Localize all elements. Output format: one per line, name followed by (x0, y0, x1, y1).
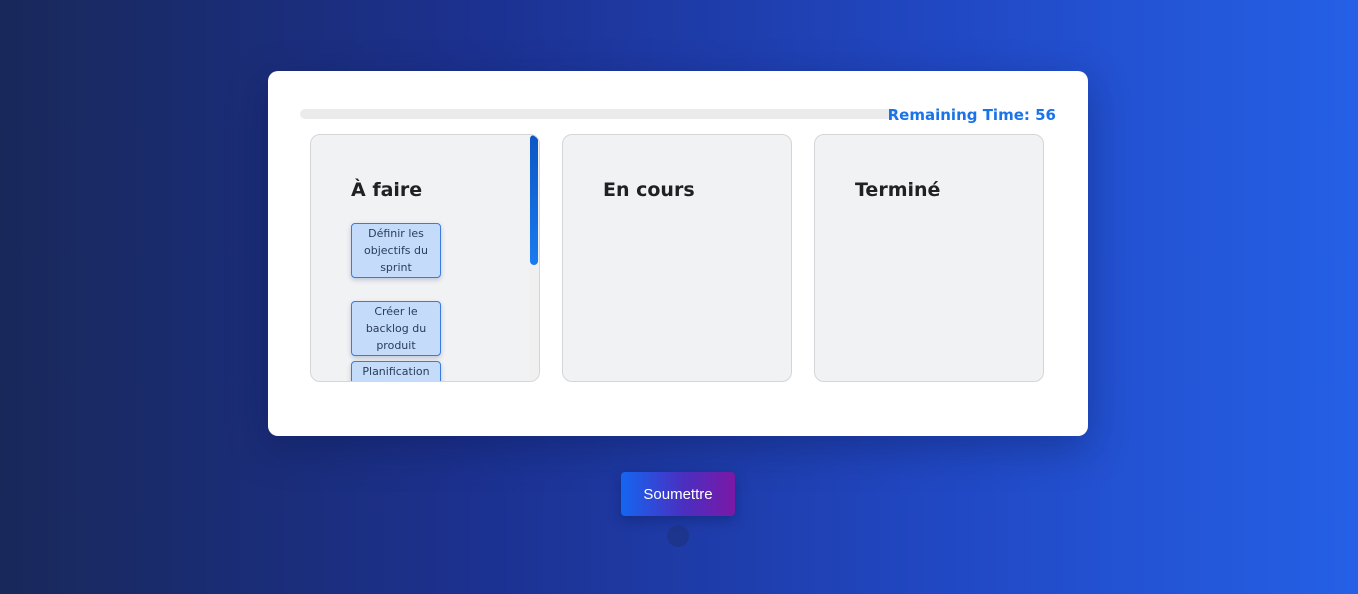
task-card[interactable]: Définir les objectifs du sprint (351, 223, 441, 278)
kanban-card: Remaining Time: 56 À faire Définir les o… (268, 71, 1088, 436)
column-done[interactable]: Terminé (814, 134, 1044, 382)
column-in-progress[interactable]: En cours (562, 134, 792, 382)
column-title-done: Terminé (855, 179, 941, 201)
remaining-time-value: 56 (1035, 106, 1056, 124)
scrollbar-thumb[interactable] (530, 135, 538, 265)
time-progress-bar (300, 109, 897, 119)
column-scrollbar[interactable] (529, 135, 539, 381)
column-todo[interactable]: À faire Définir les objectifs du sprint … (310, 134, 540, 382)
column-title-in-progress: En cours (603, 179, 695, 201)
remaining-time-label: Remaining Time: (887, 106, 1030, 124)
task-card[interactable]: Créer le backlog du produit (351, 301, 441, 356)
column-title-todo: À faire (351, 179, 423, 201)
remaining-time: Remaining Time: 56 (888, 106, 1056, 124)
loading-spinner-icon (667, 525, 689, 547)
submit-button[interactable]: Soumettre (621, 472, 735, 516)
task-card[interactable]: Planification du (351, 361, 441, 381)
